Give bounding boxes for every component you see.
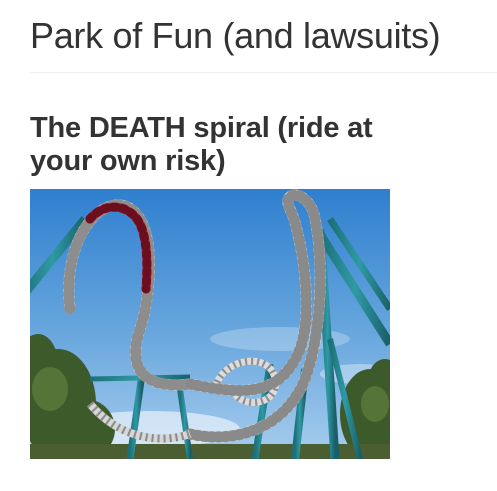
page-title: Park of Fun (and lawsuits)	[30, 15, 441, 56]
title-divider	[30, 72, 497, 73]
roller-coaster-photo	[30, 189, 390, 459]
section-heading: The DEATH spiral (ride at your own risk)	[30, 112, 373, 177]
